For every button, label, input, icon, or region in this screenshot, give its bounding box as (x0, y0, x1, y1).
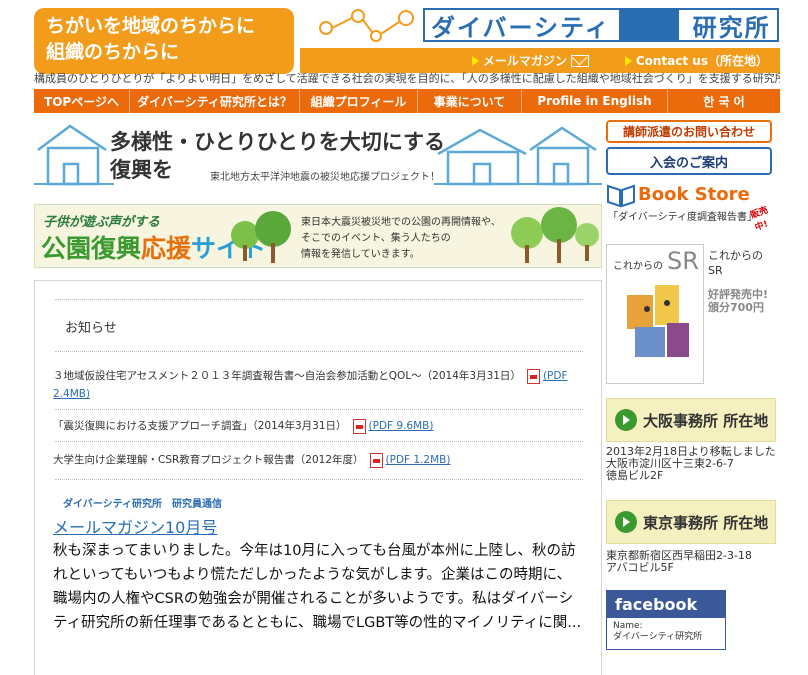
facebook-name-value: ダイバーシティ研究所 (613, 632, 703, 642)
pdf-link[interactable]: (PDF 1.2MB) (386, 454, 451, 466)
tokyo-office-button[interactable]: 東京事務所 所在地 (606, 500, 776, 544)
osaka-office-button[interactable]: 大阪事務所 所在地 (606, 398, 776, 442)
site-logo[interactable]: ダイバーシティ 研究所 (423, 8, 779, 42)
nav-top[interactable]: TOPページへ (34, 89, 130, 113)
logo-text: ダイバーシティ (431, 13, 611, 42)
osaka-addr-line3: 徳島ビル2F (606, 469, 664, 482)
bookstore-subtitle: 「ダイバーシティ度調査報告書」 (608, 212, 757, 223)
article-title-link[interactable]: メールマガジン10月号 (53, 514, 217, 538)
news-item-text: 「震災復興における支援アプローチ調査」（2014年3月31日） (53, 420, 347, 432)
news-item: 「震災復興における支援アプローチ調査」（2014年3月31日） (PDF 9.6M… (53, 417, 433, 435)
divider (55, 479, 583, 480)
house-outline-left-icon (34, 124, 114, 186)
pdf-icon (369, 452, 383, 468)
reconstruction-banner[interactable]: 多様性・ひとりひとりを大切にする 復興を 東北地方太平洋沖地震の被災地応援プロジ… (34, 118, 602, 190)
book-cover-image[interactable]: これからの SR (606, 244, 704, 384)
slogan-line-2: 組織のちからに (46, 41, 180, 63)
bookstore-banner[interactable]: Book Store 「ダイバーシティ度調査報告書」 販売中! (606, 182, 776, 233)
facebook-name: Name: ダイバーシティ研究所 (607, 618, 725, 643)
news-heading: お知らせ (65, 321, 117, 336)
site-tagline: 構成員のひとりひとりが「よりよい明日」をめざして活躍できる社会の実現を目的に、「… (34, 72, 780, 85)
book-title-line2: SR (708, 264, 723, 277)
pdf-link-size[interactable]: 2.4MB) (53, 388, 90, 400)
arrow-circle-icon (615, 511, 637, 533)
tokyo-office-title: 東京事務所 所在地 (643, 513, 769, 532)
divider (55, 299, 583, 300)
news-item-text: ３地域仮設住宅アセスメント２０１３年調査報告書〜自治会参加活動とQOL〜（201… (53, 370, 521, 382)
book-cover-sr: SR (667, 247, 699, 275)
slogan-line-1: ちがいを地域のちからに (46, 15, 256, 37)
header-link-bar: メールマガジン Contact us（所在地） (300, 48, 780, 73)
divider (55, 351, 583, 352)
nav-business[interactable]: 事業について (418, 89, 522, 113)
park-title-green: 公園復興 (41, 234, 142, 263)
facebook-name-label: Name: (613, 621, 643, 631)
osaka-office-title: 大阪事務所 所在地 (643, 411, 769, 430)
facebook-logo: facebook (607, 591, 725, 618)
book-title[interactable]: これからの SR (708, 248, 763, 278)
article-excerpt: 秋も深まってまいりました。今年は10月に入っても台風が本州に上陸し、秋の訪れとい… (53, 543, 582, 631)
banner1-line1: 多様性・ひとりひとりを大切にする (110, 130, 445, 154)
book-title-line1: これからの (708, 249, 763, 262)
membership-button[interactable]: 入会のご案内 (606, 147, 772, 175)
mail-icon (570, 54, 589, 67)
park-title-orange: 応援 (141, 234, 192, 263)
open-book-icon (607, 184, 635, 208)
news-item: 大学生向け企業理解・CSR教育プロジェクト報告書（2012年度） (PDF 1.2… (53, 451, 450, 469)
book-price: 頒分700円 (708, 301, 764, 314)
book-note1: 好評発売中! (708, 288, 769, 301)
pdf-link[interactable]: (PDF (543, 370, 568, 382)
mail-magazine-link[interactable]: メールマガジン (471, 52, 589, 69)
park-desc-line1: 東日本大震災被災地での公園の再開情報や、 (301, 217, 501, 228)
park-desc-line2: そこでのイベント、集う人たちの (301, 233, 451, 244)
trees-illustration-icon (231, 211, 291, 263)
contact-label: Contact us（所在地） (635, 54, 768, 68)
article-category[interactable]: ダイバーシティ研究所 研究員通信 (63, 495, 222, 510)
divider (55, 441, 583, 442)
tokyo-address: 東京都新宿区西早稲田2-3-18 アバコビル5F (606, 550, 752, 574)
network-decoration-icon (319, 9, 414, 42)
arrow-circle-icon (615, 409, 637, 431)
park-banner-description: 東日本大震災被災地での公園の再開情報や、 そこでのイベント、集う人たちの 情報を… (301, 215, 501, 263)
news-item: ３地域仮設住宅アセスメント２０１３年調査報告書〜自治会参加活動とQOL〜（201… (53, 367, 583, 403)
book-info: 好評発売中! 頒分700円 (708, 288, 768, 314)
book-illustration-icon (627, 285, 689, 357)
facebook-widget[interactable]: facebook Name: ダイバーシティ研究所 (606, 590, 726, 650)
contact-link[interactable]: Contact us（所在地） (624, 52, 768, 69)
arrow-icon (471, 55, 479, 66)
header-slogan: ちがいを地域のちからに 組織のちからに (34, 8, 294, 74)
main-content: お知らせ ３地域仮設住宅アセスメント２０１３年調査報告書〜自治会参加活動とQOL… (34, 280, 602, 675)
bookstore-title: Book Store (638, 184, 750, 205)
mail-magazine-label: メールマガジン (482, 54, 567, 68)
house-outline-right-icon (434, 126, 602, 186)
park-reconstruction-banner[interactable]: 子供が遊ぶ声がする 公園復興応援サイト 東日本大震災被災地での公園の再開情報や、… (34, 204, 602, 268)
park-desc-line3: 情報を発信していきます。 (301, 249, 420, 260)
logo-block (618, 10, 679, 40)
divider (55, 409, 583, 410)
book-cover-title: これからの (613, 261, 663, 272)
news-item-text: 大学生向け企業理解・CSR教育プロジェクト報告書（2012年度） (53, 454, 364, 466)
nav-korean[interactable]: 한 국 어 (668, 89, 780, 113)
park-banner-kicker: 子供が遊ぶ声がする (43, 215, 161, 230)
pdf-icon (526, 368, 540, 384)
arrow-icon (624, 55, 632, 66)
main-nav: TOPページへ ダイバーシティ研究所とは？ 組織プロフィール 事業について Pr… (34, 89, 780, 113)
logo-text-2: 研究所 (692, 13, 771, 42)
banner1-sub: 東北地方太平洋沖地震の被災地応援プロジェクト！ (210, 172, 440, 183)
nav-profile[interactable]: 組織プロフィール (300, 89, 418, 113)
pdf-icon (352, 418, 366, 434)
osaka-address: 2013年2月18日より移転しました 大阪市淀川区十三東2-6-7 徳島ビル2F (606, 446, 776, 482)
trees-right-illustration-icon (511, 207, 599, 263)
nav-english[interactable]: Profile in English (522, 89, 668, 113)
pdf-link[interactable]: (PDF 9.6MB) (369, 420, 434, 432)
nav-about[interactable]: ダイバーシティ研究所とは？ (130, 89, 300, 113)
bookstore-on-sale-badge: 販売中! (749, 205, 770, 234)
lecturer-inquiry-button[interactable]: 講師派遣のお問い合わせ (606, 120, 772, 143)
tokyo-addr-line2: アバコビル5F (606, 561, 674, 574)
banner1-line2: 復興を (110, 158, 173, 182)
